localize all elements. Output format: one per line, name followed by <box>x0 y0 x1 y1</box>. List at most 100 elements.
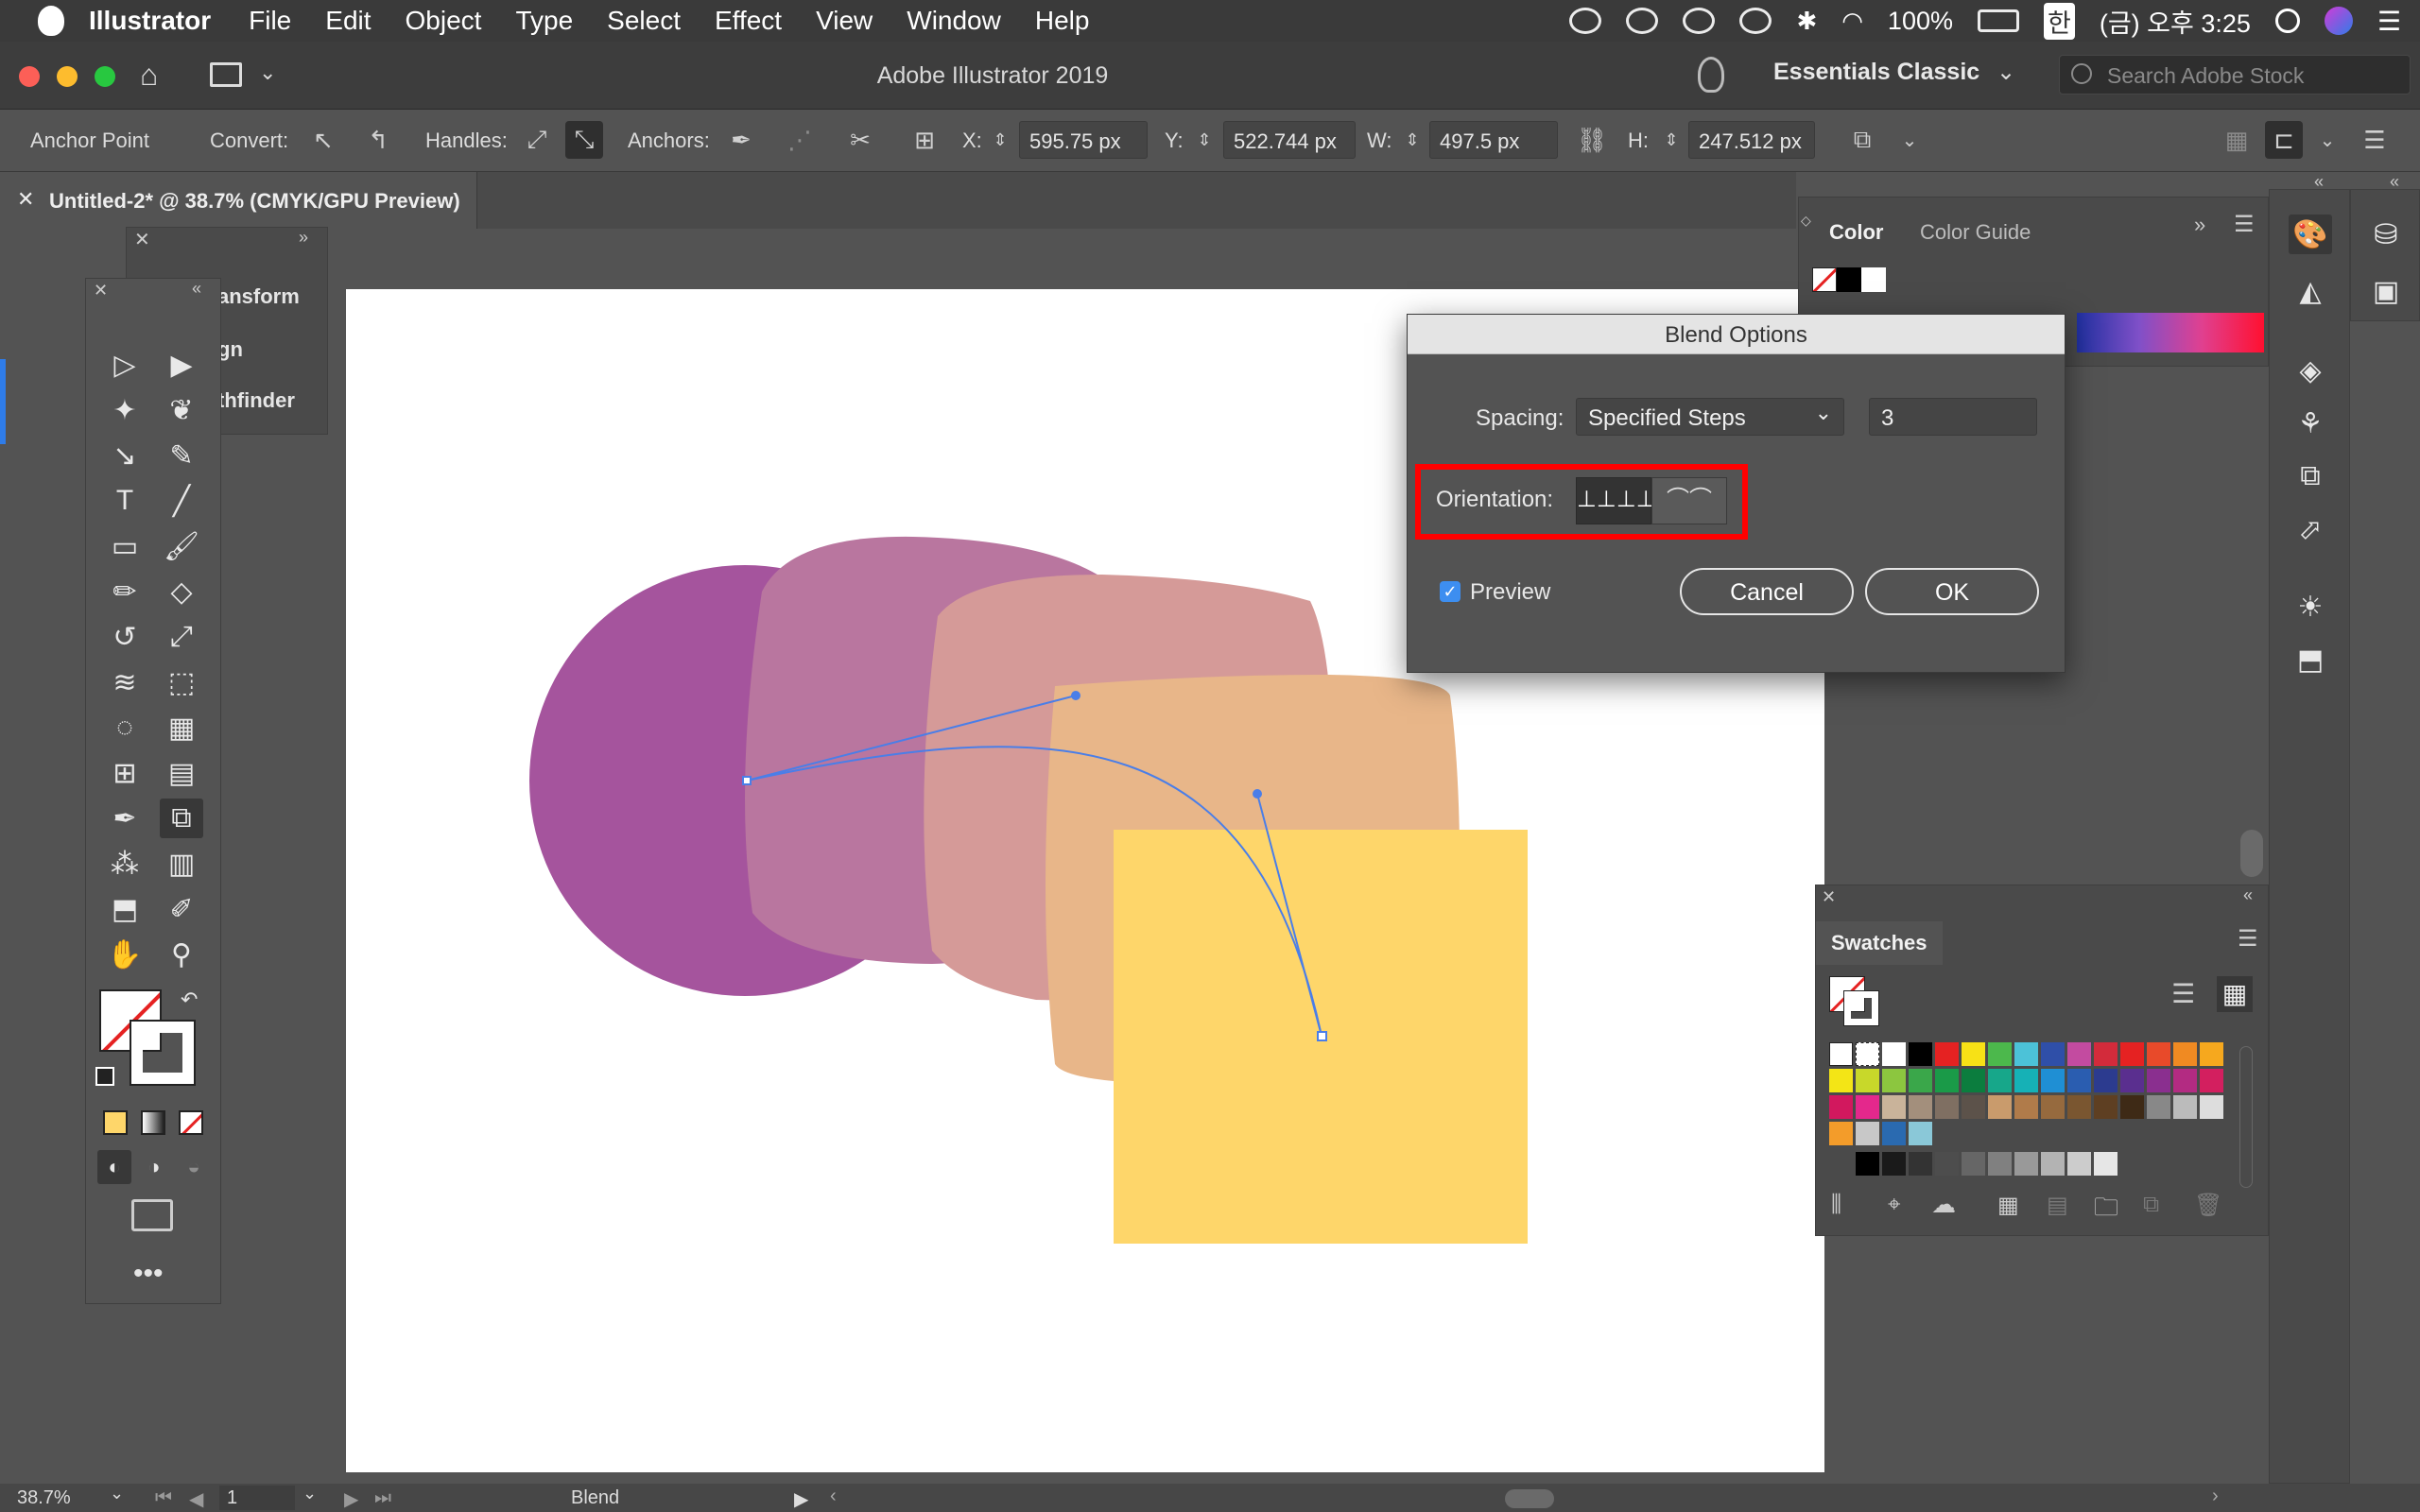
graphic-styles-icon[interactable]: ⬒ <box>2289 640 2332 679</box>
stock-search-input[interactable]: Search Adobe Stock <box>2059 55 2411 94</box>
h-stepper[interactable]: ⇕ <box>1660 121 1683 159</box>
swatch-chip[interactable] <box>1856 1095 1879 1119</box>
eyedropper-tool-icon[interactable]: ✒ <box>103 799 147 838</box>
color-mode-icon[interactable] <box>103 1110 128 1135</box>
new-swatch-icon[interactable]: ⧉ <box>2143 1192 2159 1218</box>
steps-input[interactable]: 3 <box>1869 398 2037 436</box>
search-icon[interactable] <box>2274 9 2300 33</box>
chevron-down-icon[interactable]: ⌄ <box>2308 121 2346 159</box>
swatch-chip[interactable] <box>1882 1152 1906 1176</box>
direct-selection-tool-icon[interactable]: ▶ <box>160 345 203 385</box>
battery-icon[interactable] <box>1977 9 2019 32</box>
swatch-chip[interactable] <box>1856 1069 1879 1092</box>
graph-tool-icon[interactable]: ▥ <box>160 844 203 884</box>
apple-icon[interactable] <box>38 6 64 36</box>
y-field[interactable]: 522.744 px <box>1223 121 1356 159</box>
libraries-icon[interactable]: ⚘ <box>2289 404 2332 443</box>
swatch-chip[interactable] <box>1909 1152 1932 1176</box>
draw-normal-icon[interactable]: ◐ <box>97 1150 131 1184</box>
mesh-tool-icon[interactable]: ⊞ <box>103 753 147 793</box>
artboard-tool-icon[interactable]: ⬒ <box>103 889 147 929</box>
collapse-icon[interactable]: « <box>192 279 201 299</box>
swatch-chip[interactable] <box>2041 1095 2065 1119</box>
swatch-options-icon[interactable]: ▦ <box>1997 1192 2019 1219</box>
swatch-chip[interactable] <box>2147 1095 2170 1119</box>
lightbulb-icon[interactable] <box>1698 57 1724 93</box>
stroke-swatch[interactable] <box>130 1020 196 1086</box>
layers-icon[interactable]: ◈ <box>2289 351 2332 390</box>
input-method[interactable]: 한 <box>2043 2 2075 40</box>
swatch-chip[interactable] <box>2094 1095 2118 1119</box>
symbol-sprayer-tool-icon[interactable]: ⁂ <box>103 844 147 884</box>
constrain-proportions-icon[interactable]: ⛓ <box>1573 121 1611 159</box>
css-properties-icon[interactable]: ⛁ <box>2364 215 2408 254</box>
swatch-chip[interactable] <box>2067 1069 2091 1092</box>
swatch-chip[interactable] <box>1829 1095 1853 1119</box>
tab-swatches[interactable]: Swatches <box>1816 921 1943 965</box>
artboards-icon[interactable]: ⧉ <box>2289 456 2332 496</box>
swatch-chip[interactable] <box>2014 1095 2038 1119</box>
color-panel-icon[interactable]: 🎨 <box>2289 215 2332 254</box>
swatch-chip[interactable] <box>1962 1042 1985 1066</box>
ok-button[interactable]: OK <box>1865 568 2039 615</box>
menu-illustrator[interactable]: Illustrator <box>89 6 211 36</box>
line-tool-icon[interactable]: ╱ <box>160 481 203 521</box>
first-artboard-icon[interactable]: ⏮ <box>155 1487 172 1509</box>
dock-scrollbar[interactable] <box>2240 830 2263 877</box>
rectangle-tool-icon[interactable]: ▭ <box>103 526 147 566</box>
swatch-chip[interactable] <box>1988 1095 2012 1119</box>
wifi-icon[interactable]: ◠ <box>1841 7 1863 36</box>
previous-artboard-icon[interactable]: ◀ <box>189 1487 203 1511</box>
swap-fill-stroke-icon[interactable]: ↶ <box>181 988 198 1012</box>
swatch-chip[interactable] <box>1829 1042 1853 1066</box>
swatch-chip[interactable] <box>2041 1069 2065 1092</box>
clock[interactable]: (금) 오후 3:25 <box>2100 3 2251 40</box>
reference-point-icon[interactable]: ⊞ <box>906 121 943 159</box>
zoom-level[interactable]: 38.7% <box>17 1487 71 1509</box>
swatch-chip[interactable] <box>1962 1095 1985 1119</box>
swatch-chip[interactable] <box>1988 1069 2012 1092</box>
type-tool-icon[interactable]: T <box>103 481 147 521</box>
isolate-icon[interactable]: ⧉ <box>1843 121 1881 159</box>
appearance-icon[interactable]: ☀ <box>2289 587 2332 627</box>
swatch-chip[interactable] <box>2147 1069 2170 1092</box>
screen-mode-icon[interactable] <box>131 1199 173 1231</box>
mini-panel-pathfinder[interactable]: thfinder <box>217 388 295 413</box>
scroll-left-icon[interactable]: ‹ <box>830 1486 837 1507</box>
collapse-icon[interactable]: « <box>2243 885 2253 905</box>
menu-file[interactable]: File <box>249 6 291 36</box>
blend-tool-icon[interactable]: ⧉ <box>160 799 203 838</box>
paintbrush-tool-icon[interactable]: 🖌 <box>160 526 203 566</box>
workspace-switcher[interactable]: Essentials Classic <box>1773 59 1979 86</box>
bluetooth-icon[interactable]: ✱ <box>1796 7 1817 36</box>
close-icon[interactable]: ✕ <box>1822 887 1836 907</box>
new-group-icon[interactable]: 🗀 <box>2094 1190 2118 1231</box>
swatch-libraries-icon[interactable]: ⫼ <box>1831 1192 1841 1218</box>
last-artboard-icon[interactable]: ⏭ <box>374 1487 391 1509</box>
swatch-chip[interactable] <box>2041 1042 2065 1066</box>
swatch-chip[interactable] <box>2173 1042 2197 1066</box>
selection-tool-icon[interactable]: ▷ <box>103 345 147 385</box>
swatch-chip[interactable] <box>1856 1152 1879 1176</box>
chat-icon[interactable] <box>1626 8 1659 34</box>
menu-edit[interactable]: Edit <box>325 6 371 36</box>
convert-corner-icon[interactable]: ↖ <box>304 121 342 159</box>
swatch-chip[interactable] <box>2041 1152 2065 1176</box>
swatch-chip[interactable] <box>1829 1122 1853 1145</box>
none-mode-icon[interactable] <box>179 1110 203 1135</box>
artboard-number[interactable]: 1 <box>219 1486 295 1510</box>
eraser-tool-icon[interactable]: ◇ <box>160 572 203 611</box>
swatch-chip[interactable] <box>1935 1042 1959 1066</box>
black-chip[interactable] <box>1837 267 1861 292</box>
delete-swatch-icon[interactable]: 🗑 <box>2194 1192 2222 1219</box>
swatch-chip[interactable] <box>2120 1095 2144 1119</box>
cut-path-icon[interactable]: ✂ <box>841 121 879 159</box>
rotate-tool-icon[interactable]: ↺ <box>103 617 147 657</box>
swatch-chip[interactable] <box>2067 1095 2091 1119</box>
collapse-icon[interactable]: » <box>299 228 308 248</box>
magic-wand-tool-icon[interactable]: ✦ <box>103 390 147 430</box>
more-tools-icon[interactable]: ••• <box>133 1258 164 1290</box>
slice-tool-icon[interactable]: ✐ <box>160 889 203 929</box>
stroke-indicator[interactable] <box>1843 990 1879 1026</box>
handle-point[interactable] <box>1071 691 1080 700</box>
